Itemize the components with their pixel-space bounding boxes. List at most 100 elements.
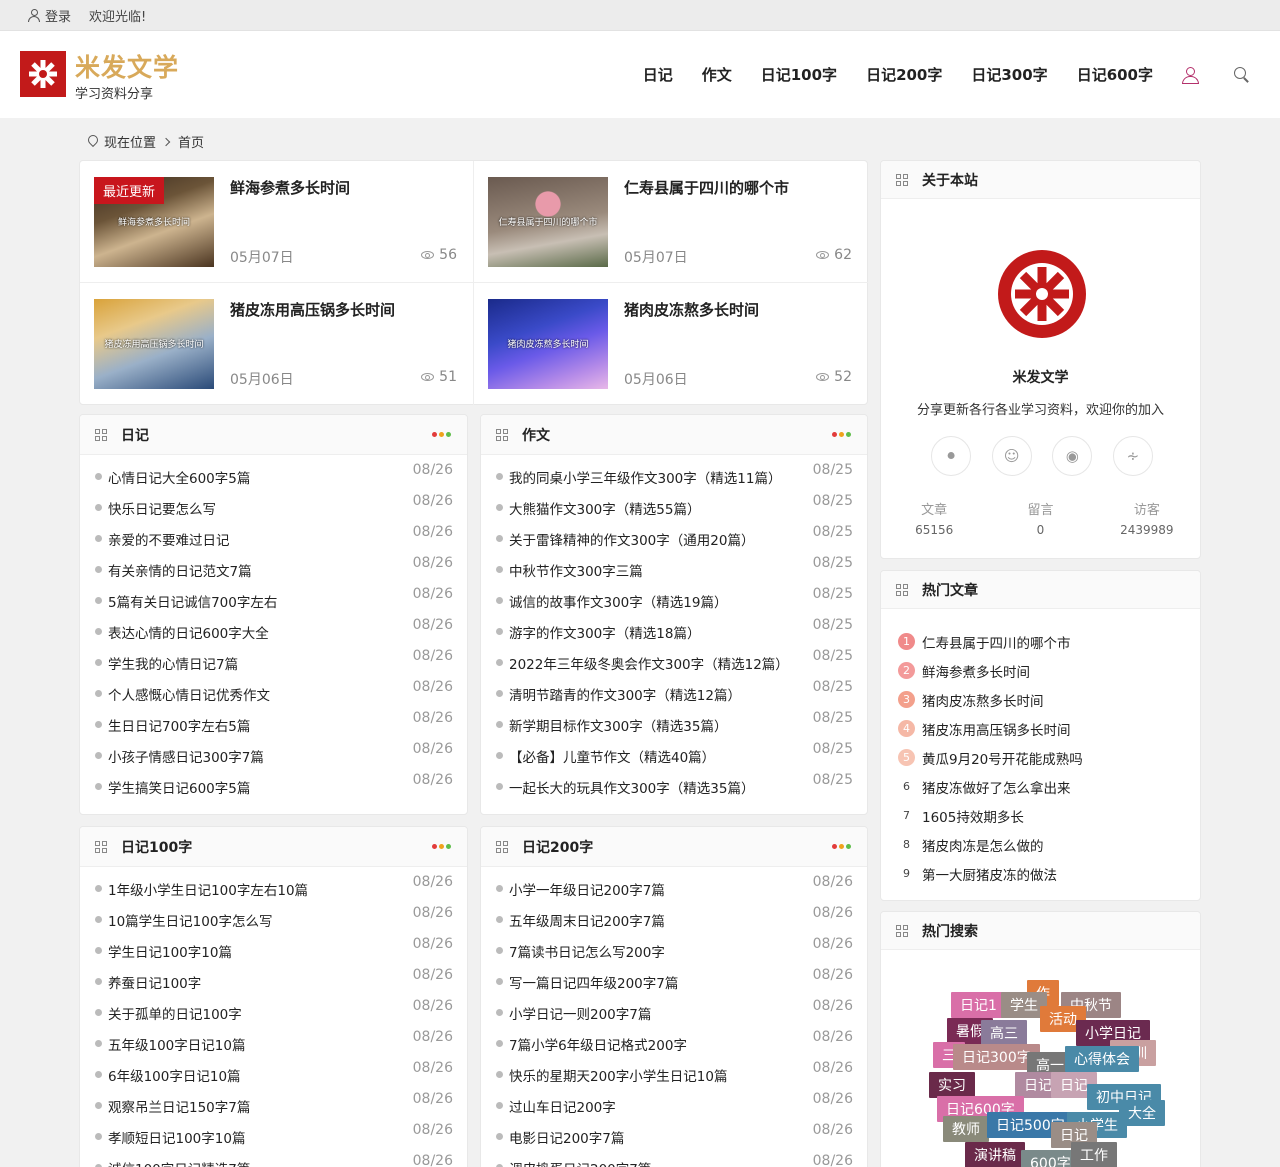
search-tag[interactable]: 工作 <box>1071 1142 1117 1167</box>
qq-icon[interactable]: ☺ <box>991 436 1032 476</box>
list-item-title[interactable]: 亲爱的不要难过日记 <box>108 529 230 549</box>
list-item-title[interactable]: 写一篇日记四年级200字7篇 <box>509 972 678 992</box>
user-account-icon[interactable] <box>1182 66 1199 84</box>
list-item-title[interactable]: 五年级100字日记10篇 <box>108 1034 245 1054</box>
list-item-title[interactable]: 清明节踏青的作文300字（精选12篇） <box>509 684 741 704</box>
list-item-title[interactable]: 调皮捣蛋日记200字7篇 <box>509 1158 651 1167</box>
list-item-title[interactable]: 心情日记大全600字5篇 <box>108 467 250 487</box>
weibo-icon[interactable]: ◉ <box>1052 436 1093 476</box>
bullet-dot-icon <box>496 628 503 635</box>
search-tag[interactable]: 心得体会 <box>1065 1046 1139 1072</box>
list-item-title[interactable]: 1年级小学生日记100字左右10篇 <box>108 879 308 899</box>
list-item-title[interactable]: 7篇读书日记怎么写200字 <box>509 941 665 961</box>
list-item-title[interactable]: 学生日记100字10篇 <box>108 941 232 961</box>
hot-article-title[interactable]: 仁寿县属于四川的哪个市 <box>922 632 1071 652</box>
more-dots-icon[interactable] <box>832 844 851 849</box>
hot-article-title[interactable]: 1605持效期多长 <box>922 806 1024 826</box>
nav-item-diary-600[interactable]: 日记600字 <box>1077 64 1153 85</box>
more-dots-icon[interactable] <box>432 432 451 437</box>
hot-article-title[interactable]: 黄瓜9月20号开花能成熟吗 <box>922 748 1083 768</box>
nav-item-diary-200[interactable]: 日记200字 <box>866 64 942 85</box>
list-item-title[interactable]: 电影日记200字7篇 <box>509 1127 624 1147</box>
featured-title[interactable]: 仁寿县属于四川的哪个市 <box>624 177 789 198</box>
list-item-title[interactable]: 大熊猫作文300字（精选55篇） <box>509 498 700 518</box>
hot-article-title[interactable]: 第一大厨猪皮冻的做法 <box>922 864 1057 884</box>
rank-number: 2 <box>898 662 915 679</box>
list-item-title[interactable]: 小学一年级日记200字7篇 <box>509 879 665 899</box>
search-tag[interactable]: 教师 <box>943 1116 989 1142</box>
user-icon <box>28 8 40 22</box>
hot-article-title[interactable]: 猪肉皮冻熬多长时间 <box>922 690 1044 710</box>
hot-article-item: 7 1605持效期多长 <box>898 801 1200 830</box>
list-item-title[interactable]: 诚信100字日记精选7篇 <box>108 1158 250 1167</box>
list-item-title[interactable]: 6年级100字日记10篇 <box>108 1065 241 1085</box>
list-item: 快乐的星期天200字小学生日记10篇 08/26 <box>481 1059 867 1090</box>
hot-article-title[interactable]: 鲜海参煮多长时间 <box>922 661 1030 681</box>
nav-item-essay[interactable]: 作文 <box>702 64 732 85</box>
search-tag[interactable]: 日记1 <box>951 992 1006 1018</box>
more-dots-icon[interactable] <box>432 844 451 849</box>
list-item-title[interactable]: 孝顺短日记100字10篇 <box>108 1127 245 1147</box>
search-icon[interactable] <box>1234 66 1250 83</box>
featured-thumbnail[interactable]: 猪皮冻用高压锅多长时间 <box>94 299 214 389</box>
site-logo[interactable] <box>20 51 66 97</box>
site-name[interactable]: 米发文学 <box>75 48 179 84</box>
featured-thumbnail[interactable]: 仁寿县属于四川的哪个市 <box>488 177 608 267</box>
location-pin-icon <box>88 135 98 148</box>
list-item-title[interactable]: 学生我的心情日记7篇 <box>108 653 238 673</box>
thumbnail-caption: 猪皮冻用高压锅多长时间 <box>104 340 204 350</box>
list-item-title[interactable]: 5篇有关日记诚信700字左右 <box>108 591 277 611</box>
featured-title[interactable]: 猪肉皮冻熬多长时间 <box>624 299 759 320</box>
featured-thumbnail[interactable]: 鲜海参煮多长时间 最近更新 <box>94 177 214 267</box>
list-item-title[interactable]: 我的同桌小学三年级作文300字（精选11篇） <box>509 467 781 487</box>
list-item-title[interactable]: 2022年三年级冬奥会作文300字（精选12篇） <box>509 653 789 673</box>
list-item-title[interactable]: 五年级周末日记200字7篇 <box>509 910 665 930</box>
list-item-title[interactable]: 小学日记一则200字7篇 <box>509 1003 651 1023</box>
more-dots-icon[interactable] <box>832 432 851 437</box>
bullet-dot-icon <box>496 721 503 728</box>
rss-icon[interactable]: ∻ <box>1112 436 1153 476</box>
list-item-title[interactable]: 表达心情的日记600字大全 <box>108 622 269 642</box>
list-item-title[interactable]: 诚信的故事作文300字（精选19篇） <box>509 591 727 611</box>
list-item-title[interactable]: 一起长大的玩具作文300字（精选35篇） <box>509 777 754 797</box>
featured-thumbnail[interactable]: 猪肉皮冻熬多长时间 <box>488 299 608 389</box>
breadcrumb-home[interactable]: 首页 <box>178 132 204 151</box>
list-item-title[interactable]: 个人感慨心情日记优秀作文 <box>108 684 270 704</box>
featured-title[interactable]: 鲜海参煮多长时间 <box>230 177 350 198</box>
list-item-title[interactable]: 过山车日记200字 <box>509 1096 616 1116</box>
nav-item-diary-100[interactable]: 日记100字 <box>761 64 837 85</box>
bullet-dot-icon <box>496 1009 503 1016</box>
grid-icon <box>896 173 908 186</box>
hot-article-title[interactable]: 猪皮冻用高压锅多长时间 <box>922 719 1071 739</box>
nav-item-diary-300[interactable]: 日记300字 <box>971 64 1047 85</box>
list-item-title[interactable]: 快乐日记要怎么写 <box>108 498 216 518</box>
tag-cloud: 作日记1学生中秋节活动暑假高三小学日记三日记300字军训高一心得体会实习日记日记… <box>881 950 1200 1167</box>
nav-item-diary[interactable]: 日记 <box>643 64 673 85</box>
list-item: 亲爱的不要难过日记 08/26 <box>80 523 467 554</box>
list-item-title[interactable]: 小孩子情感日记300字7篇 <box>108 746 264 766</box>
search-tag[interactable]: 演讲稿 <box>965 1142 1025 1167</box>
list-item-title[interactable]: 中秋节作文300字三篇 <box>509 560 643 580</box>
list-item-title[interactable]: 新学期目标作文300字（精选35篇） <box>509 715 727 735</box>
list-item-title[interactable]: 10篇学生日记100字怎么写 <box>108 910 272 930</box>
list-item-title[interactable]: 7篇小学6年级日记格式200字 <box>509 1034 687 1054</box>
search-tag[interactable]: 实习 <box>929 1072 975 1098</box>
search-tag[interactable]: 高三 <box>981 1020 1027 1046</box>
list-item-title[interactable]: 养蚕日记100字 <box>108 972 201 992</box>
login-link[interactable]: 登录 <box>28 6 71 25</box>
list-item-title[interactable]: 【必备】儿童节作文（精选40篇） <box>509 746 715 766</box>
list-item-title[interactable]: 学生搞笑日记600字5篇 <box>108 777 250 797</box>
hot-article-title[interactable]: 猪皮肉冻是怎么做的 <box>922 835 1044 855</box>
list-item-title[interactable]: 有关亲情的日记范文7篇 <box>108 560 252 580</box>
list-item-title[interactable]: 生日日记700字左右5篇 <box>108 715 250 735</box>
rank-number: 1 <box>898 633 915 650</box>
list-item-title[interactable]: 关于雷锋精神的作文300字（通用20篇） <box>509 529 754 549</box>
featured-title[interactable]: 猪皮冻用高压锅多长时间 <box>230 299 395 320</box>
wechat-icon[interactable]: ⚫ <box>931 436 971 476</box>
list-item-title[interactable]: 观察吊兰日记150字7篇 <box>108 1096 250 1116</box>
list-item-title[interactable]: 快乐的星期天200字小学生日记10篇 <box>509 1065 727 1085</box>
list-item-title[interactable]: 关于孤单的日记100字 <box>108 1003 242 1023</box>
hot-article-title[interactable]: 猪皮冻做好了怎么拿出来 <box>922 777 1071 797</box>
list-item-date: 08/26 <box>412 772 453 788</box>
list-item-title[interactable]: 游字的作文300字（精选18篇） <box>509 622 700 642</box>
